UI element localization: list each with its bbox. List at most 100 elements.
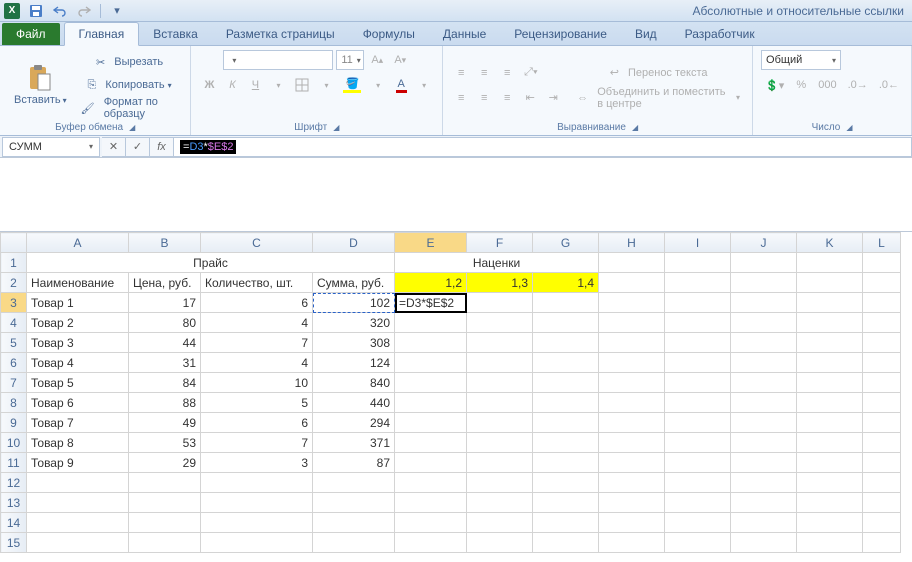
col-header-C[interactable]: C — [201, 233, 313, 253]
row-header-4[interactable]: 4 — [1, 313, 27, 333]
cell[interactable]: 3 — [201, 453, 313, 473]
cell[interactable] — [533, 513, 599, 533]
row-header-7[interactable]: 7 — [1, 373, 27, 393]
cell[interactable]: 440 — [313, 393, 395, 413]
cell[interactable] — [863, 453, 901, 473]
cell[interactable] — [201, 493, 313, 513]
cell[interactable] — [665, 273, 731, 293]
percent-button[interactable]: % — [791, 75, 811, 95]
col-header-I[interactable]: I — [665, 233, 731, 253]
cell[interactable]: 84 — [129, 373, 201, 393]
cell[interactable] — [665, 353, 731, 373]
cell[interactable]: Прайс — [27, 253, 395, 273]
cell[interactable] — [665, 293, 731, 313]
italic-button[interactable]: К — [222, 75, 242, 95]
cell[interactable] — [395, 333, 467, 353]
cell[interactable] — [599, 493, 665, 513]
borders-dd[interactable]: ▾ — [316, 75, 336, 95]
cell[interactable] — [797, 313, 863, 333]
cell[interactable]: 31 — [129, 353, 201, 373]
cell-E3-editing[interactable]: =D3*$E$2 — [395, 293, 467, 313]
tab-insert[interactable]: Вставка — [139, 23, 212, 45]
cell[interactable] — [599, 353, 665, 373]
cell[interactable]: Товар 6 — [27, 393, 129, 413]
font-name-select[interactable]: ▾ — [223, 50, 333, 70]
cell[interactable] — [467, 433, 533, 453]
cell[interactable] — [665, 533, 731, 553]
accept-formula-button[interactable]: ✓ — [126, 137, 150, 157]
borders-button[interactable] — [291, 75, 313, 95]
cell[interactable]: 88 — [129, 393, 201, 413]
cell[interactable] — [533, 473, 599, 493]
cell[interactable]: 124 — [313, 353, 395, 373]
cell[interactable] — [395, 393, 467, 413]
cell[interactable] — [863, 273, 901, 293]
cell[interactable] — [599, 413, 665, 433]
cell[interactable] — [533, 453, 599, 473]
cell[interactable]: Товар 7 — [27, 413, 129, 433]
cell[interactable] — [863, 533, 901, 553]
cell[interactable] — [863, 473, 901, 493]
row-header-12[interactable]: 12 — [1, 473, 27, 493]
cell[interactable] — [797, 293, 863, 313]
cell[interactable] — [731, 273, 797, 293]
fill-dd[interactable]: ▾ — [368, 75, 388, 95]
cell[interactable]: 4 — [201, 353, 313, 373]
row-header-1[interactable]: 1 — [1, 253, 27, 273]
spreadsheet-grid[interactable]: A B C D E F G H I J K L 1 Прайс Наценки … — [0, 232, 912, 553]
cell[interactable]: 44 — [129, 333, 201, 353]
cell[interactable] — [665, 393, 731, 413]
grow-font-button[interactable]: A▴ — [367, 50, 387, 70]
cell[interactable] — [599, 373, 665, 393]
qat-customize-icon[interactable]: ▾ — [107, 2, 127, 20]
tab-review[interactable]: Рецензирование — [500, 23, 621, 45]
col-header-K[interactable]: K — [797, 233, 863, 253]
cell[interactable] — [467, 313, 533, 333]
cell[interactable] — [863, 353, 901, 373]
launcher-icon[interactable]: ◢ — [632, 123, 638, 132]
cell[interactable] — [395, 413, 467, 433]
cell[interactable] — [863, 293, 901, 313]
cell[interactable] — [665, 413, 731, 433]
cell[interactable] — [533, 393, 599, 413]
cell[interactable]: 7 — [201, 333, 313, 353]
cell[interactable] — [863, 513, 901, 533]
cell[interactable] — [201, 533, 313, 553]
cell[interactable]: 6 — [201, 413, 313, 433]
decrease-decimal-button[interactable]: .0← — [875, 75, 903, 95]
cell[interactable] — [599, 473, 665, 493]
cell[interactable] — [731, 533, 797, 553]
align-middle-button[interactable]: ≡ — [474, 63, 494, 83]
cell[interactable]: 1,3 — [467, 273, 533, 293]
fill-color-button[interactable]: 🪣 — [339, 75, 365, 95]
cell[interactable]: Товар 3 — [27, 333, 129, 353]
cell[interactable]: Товар 2 — [27, 313, 129, 333]
cell[interactable] — [599, 533, 665, 553]
cell[interactable] — [731, 353, 797, 373]
save-icon[interactable] — [26, 2, 46, 20]
cell[interactable] — [599, 453, 665, 473]
cancel-formula-button[interactable]: ✕ — [102, 137, 126, 157]
shrink-font-button[interactable]: A▾ — [390, 50, 410, 70]
cell[interactable] — [731, 373, 797, 393]
formula-input[interactable]: =D3*$E$2 — [174, 137, 912, 157]
decrease-indent-button[interactable]: ⇤ — [520, 88, 540, 108]
cell[interactable] — [533, 313, 599, 333]
cell[interactable]: 294 — [313, 413, 395, 433]
paste-button[interactable]: Вставить ▾ — [8, 62, 73, 108]
cell[interactable] — [467, 493, 533, 513]
cell[interactable] — [395, 493, 467, 513]
cell[interactable]: 4 — [201, 313, 313, 333]
cell[interactable]: 53 — [129, 433, 201, 453]
col-header-G[interactable]: G — [533, 233, 599, 253]
format-painter-button[interactable]: 🖌 Формат по образцу — [77, 98, 183, 118]
cell[interactable] — [313, 493, 395, 513]
cell[interactable]: 49 — [129, 413, 201, 433]
cell[interactable] — [665, 433, 731, 453]
cell[interactable] — [665, 253, 731, 273]
cell[interactable] — [599, 333, 665, 353]
cell[interactable]: 308 — [313, 333, 395, 353]
col-header-F[interactable]: F — [467, 233, 533, 253]
cell[interactable] — [27, 473, 129, 493]
cell[interactable] — [797, 373, 863, 393]
